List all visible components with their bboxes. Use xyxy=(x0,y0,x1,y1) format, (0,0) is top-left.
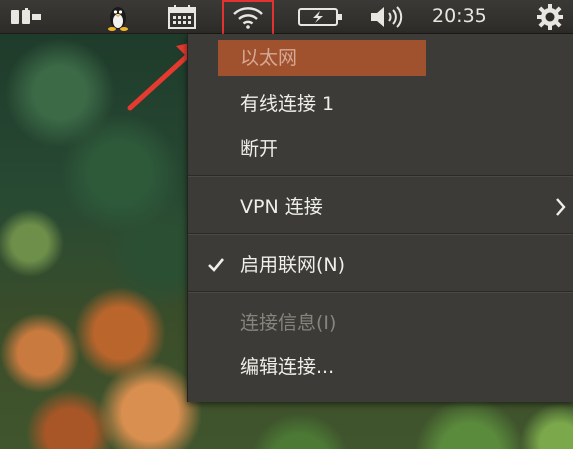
top-panel: 20:35 xyxy=(0,0,573,34)
menu-item-label: 断开 xyxy=(240,138,279,160)
menu-item-label: 编辑连接... xyxy=(240,356,335,378)
menu-header-ethernet: 以太网 xyxy=(218,40,426,76)
menu-separator xyxy=(188,233,573,235)
tux-icon[interactable] xyxy=(98,0,138,33)
battery-icon[interactable] xyxy=(292,0,348,33)
menu-header-label: 以太网 xyxy=(240,47,298,69)
keyboard-input-icon[interactable] xyxy=(4,0,48,33)
volume-icon[interactable] xyxy=(364,0,412,33)
menu-item-label: VPN 连接 xyxy=(240,196,323,218)
clock[interactable]: 20:35 xyxy=(432,0,487,33)
power-gear-icon[interactable] xyxy=(530,0,570,33)
menu-item-wired-connection-1[interactable]: 有线连接 1 xyxy=(188,84,573,124)
menu-item-label: 启用联网(N) xyxy=(240,254,346,276)
menu-separator xyxy=(188,175,573,177)
menu-item-edit-connections[interactable]: 编辑连接... xyxy=(188,347,573,387)
calendar-icon[interactable] xyxy=(160,0,204,33)
menu-item-disconnect[interactable]: 断开 xyxy=(188,129,573,169)
menu-item-connection-info: 连接信息(I) xyxy=(188,303,573,343)
network-menu: 有线连接 1 断开 VPN 连接 启用联网(N) 连接信息(I) 编辑连接... xyxy=(187,34,573,402)
menu-separator xyxy=(188,291,573,293)
menu-item-vpn-connections[interactable]: VPN 连接 xyxy=(188,187,573,227)
menu-item-enable-networking[interactable]: 启用联网(N) xyxy=(188,245,573,285)
menu-item-label: 连接信息(I) xyxy=(240,312,337,334)
menu-item-label: 有线连接 1 xyxy=(240,93,335,115)
